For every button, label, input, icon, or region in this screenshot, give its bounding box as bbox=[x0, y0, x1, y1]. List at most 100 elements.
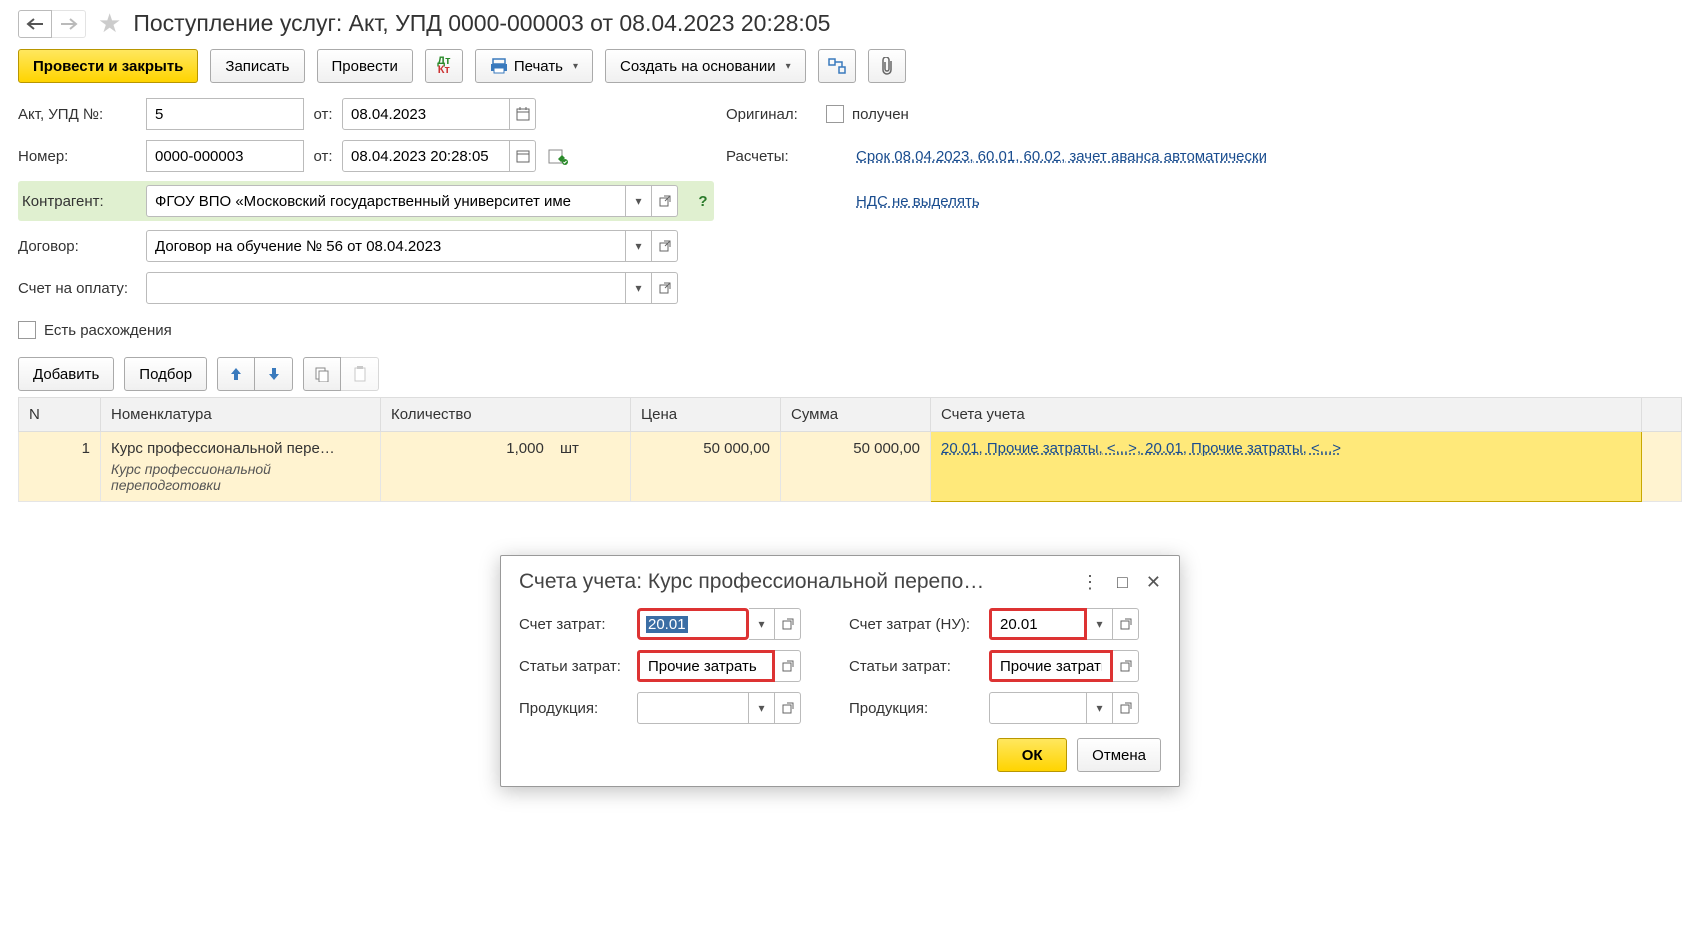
product-nu-open[interactable] bbox=[1113, 692, 1139, 724]
attachment-button[interactable] bbox=[868, 49, 906, 83]
post-button[interactable]: Провести bbox=[317, 49, 413, 83]
ok-button[interactable]: ОК bbox=[997, 738, 1067, 772]
product-input[interactable] bbox=[637, 692, 749, 724]
post-and-close-button[interactable]: Провести и закрыть bbox=[18, 49, 198, 83]
cell-accounts[interactable]: 20.01, Прочие затраты, <...>, 20.01, Про… bbox=[931, 432, 1642, 502]
open-icon bbox=[782, 702, 794, 714]
cost-items-nu-input[interactable] bbox=[989, 650, 1113, 682]
open-icon bbox=[659, 240, 671, 252]
cost-items-nu-open[interactable] bbox=[1113, 650, 1139, 682]
invoice-open-button[interactable] bbox=[652, 272, 678, 304]
contract-label: Договор: bbox=[18, 238, 146, 255]
counterparty-open-button[interactable] bbox=[652, 185, 678, 217]
structure-icon bbox=[828, 58, 846, 74]
col-accounts[interactable]: Счета учета bbox=[931, 398, 1642, 432]
cost-account-open[interactable] bbox=[775, 608, 801, 640]
accounts-link[interactable]: 20.01, Прочие затраты, <...>, 20.01, Про… bbox=[941, 440, 1341, 457]
structure-button[interactable] bbox=[818, 49, 856, 83]
counterparty-dropdown-button[interactable]: ▾ bbox=[626, 185, 652, 217]
contract-dropdown-button[interactable]: ▾ bbox=[626, 230, 652, 262]
invoice-dropdown-button[interactable]: ▾ bbox=[626, 272, 652, 304]
dt-kt-button[interactable]: ДтКт bbox=[425, 49, 463, 83]
col-sum[interactable]: Сумма bbox=[781, 398, 931, 432]
contract-open-button[interactable] bbox=[652, 230, 678, 262]
act-number-input[interactable] bbox=[146, 98, 304, 130]
copy-button[interactable] bbox=[303, 357, 341, 391]
cost-items-nu-label: Статьи затрат: bbox=[849, 658, 989, 675]
table-row[interactable]: 1 Курс профессиональной пере… Курс профе… bbox=[19, 432, 1682, 502]
paperclip-icon bbox=[879, 57, 895, 75]
original-label: Оригинал: bbox=[726, 106, 826, 123]
favorite-star-icon[interactable]: ★ bbox=[98, 8, 121, 39]
cost-account-nu-label: Счет затрат (НУ): bbox=[849, 616, 989, 633]
invoice-input[interactable] bbox=[146, 272, 626, 304]
cost-items-open[interactable] bbox=[775, 650, 801, 682]
print-label: Печать bbox=[514, 58, 563, 75]
product-nu-dropdown[interactable]: ▾ bbox=[1087, 692, 1113, 724]
cost-account-nu-dropdown[interactable]: ▾ bbox=[1087, 608, 1113, 640]
edit-date-icon[interactable] bbox=[548, 147, 568, 165]
counterparty-help-button[interactable]: ? bbox=[692, 193, 714, 210]
popup-more-button[interactable]: ⋮ bbox=[1081, 572, 1099, 593]
counterparty-input[interactable] bbox=[146, 185, 626, 217]
cell-quantity: 1,000 шт bbox=[381, 432, 631, 502]
vat-link[interactable]: НДС не выделять bbox=[856, 193, 980, 210]
received-label: получен bbox=[852, 106, 909, 123]
col-nomenclature[interactable]: Номенклатура bbox=[101, 398, 381, 432]
act-number-label: Акт, УПД №: bbox=[18, 106, 146, 123]
invoice-label: Счет на оплату: bbox=[18, 280, 146, 297]
dt-kt-icon: ДтКт bbox=[437, 57, 450, 75]
cost-account-dropdown[interactable]: ▾ bbox=[749, 608, 775, 640]
page-title: Поступление услуг: Акт, УПД 0000-000003 … bbox=[133, 10, 830, 37]
arrow-right-icon bbox=[60, 18, 78, 30]
cell-spacer bbox=[1642, 432, 1682, 502]
write-button[interactable]: Записать bbox=[210, 49, 304, 83]
move-up-button[interactable] bbox=[217, 357, 255, 391]
cancel-button[interactable]: Отмена bbox=[1077, 738, 1161, 772]
pick-button[interactable]: Подбор bbox=[124, 357, 207, 391]
cost-account-nu-input[interactable] bbox=[989, 608, 1087, 640]
product-nu-input[interactable] bbox=[989, 692, 1087, 724]
act-date-input[interactable] bbox=[342, 98, 510, 130]
open-icon bbox=[782, 660, 794, 672]
from-label-2: от: bbox=[304, 148, 342, 165]
accounts-popup: Счета учета: Курс профессиональной переп… bbox=[500, 555, 1180, 787]
add-row-button[interactable]: Добавить bbox=[18, 357, 114, 391]
act-date-picker-button[interactable] bbox=[510, 98, 536, 130]
popup-close-button[interactable]: ✕ bbox=[1146, 572, 1161, 593]
nav-back-button[interactable] bbox=[18, 10, 52, 38]
calendar-icon bbox=[516, 107, 530, 121]
number-date-picker-button[interactable] bbox=[510, 140, 536, 172]
cell-price: 50 000,00 bbox=[631, 432, 781, 502]
arrow-left-icon bbox=[26, 18, 44, 30]
settlements-link[interactable]: Срок 08.04.2023, 60.01, 60.02, зачет ава… bbox=[856, 148, 1267, 165]
paste-button[interactable] bbox=[341, 357, 379, 391]
print-button[interactable]: Печать bbox=[475, 49, 593, 83]
received-checkbox[interactable] bbox=[826, 105, 844, 123]
cost-account-nu-open[interactable] bbox=[1113, 608, 1139, 640]
create-based-button[interactable]: Создать на основании bbox=[605, 49, 806, 83]
contract-input[interactable] bbox=[146, 230, 626, 262]
cost-account-input[interactable]: 20.01 bbox=[637, 608, 749, 640]
calendar-icon bbox=[516, 149, 530, 163]
nav-forward-button[interactable] bbox=[52, 10, 86, 38]
product-nu-label: Продукция: bbox=[849, 700, 989, 717]
product-dropdown[interactable]: ▾ bbox=[749, 692, 775, 724]
divergence-checkbox[interactable] bbox=[18, 321, 36, 339]
product-open[interactable] bbox=[775, 692, 801, 724]
arrow-up-icon bbox=[229, 366, 243, 382]
cell-sum: 50 000,00 bbox=[781, 432, 931, 502]
col-price[interactable]: Цена bbox=[631, 398, 781, 432]
number-date-input[interactable] bbox=[342, 140, 510, 172]
popup-maximize-button[interactable]: □ bbox=[1117, 572, 1128, 593]
col-quantity[interactable]: Количество bbox=[381, 398, 631, 432]
settlements-label: Расчеты: bbox=[726, 148, 826, 165]
counterparty-label: Контрагент: bbox=[22, 193, 146, 210]
col-spacer bbox=[1642, 398, 1682, 432]
popup-title: Счета учета: Курс профессиональной переп… bbox=[519, 570, 984, 594]
number-input[interactable] bbox=[146, 140, 304, 172]
move-down-button[interactable] bbox=[255, 357, 293, 391]
col-n[interactable]: N bbox=[19, 398, 101, 432]
cost-items-input[interactable] bbox=[637, 650, 775, 682]
qty-unit: шт bbox=[560, 440, 620, 457]
